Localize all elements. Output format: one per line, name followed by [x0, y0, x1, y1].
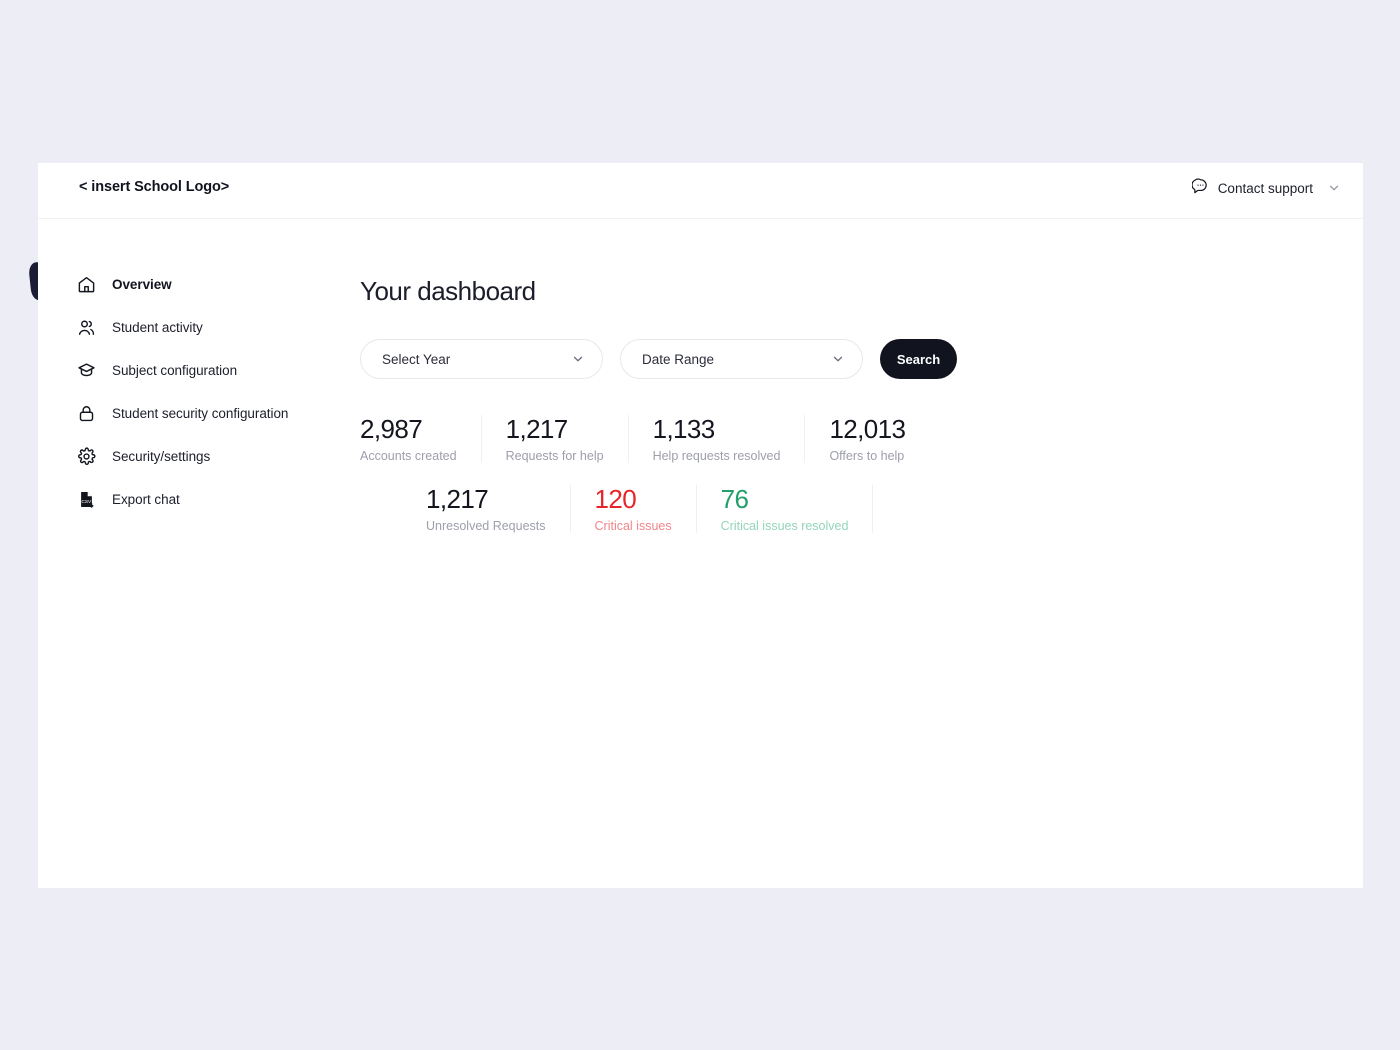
gear-icon — [76, 447, 96, 467]
contact-support-label: Contact support — [1218, 181, 1313, 196]
filters-bar: Select Year Date Range — [360, 339, 1363, 379]
stat-critical-issues: 120 Critical issues — [570, 485, 696, 533]
sidebar-item-label: Security/settings — [112, 449, 210, 464]
sidebar-item-label: Student activity — [112, 320, 203, 335]
main-content: Your dashboard Select Year Date Range — [360, 219, 1363, 887]
date-range-value: Date Range — [621, 352, 714, 367]
graduation-cap-icon — [76, 361, 96, 381]
header-actions: Contact support — [1192, 177, 1341, 199]
sidebar-item-security-settings[interactable]: Security/settings — [38, 435, 360, 478]
stats-row-primary: 2,987 Accounts created 1,217 Requests fo… — [360, 415, 1363, 463]
stat-label: Critical issues resolved — [721, 519, 849, 533]
stat-value: 12,013 — [829, 415, 905, 444]
app-window: < insert School Logo> Contact support — [38, 163, 1363, 888]
stat-value: 1,217 — [506, 415, 604, 444]
chat-bubble-dots-icon — [1192, 177, 1209, 199]
stat-offers-to-help: 12,013 Offers to help — [804, 415, 929, 463]
sidebar-item-label: Overview — [112, 277, 172, 292]
sidebar-item-student-activity[interactable]: Student activity — [38, 306, 360, 349]
sidebar-item-export-chat[interactable]: CSV Export chat — [38, 478, 360, 521]
contact-support-button[interactable]: Contact support — [1192, 177, 1313, 199]
csv-download-icon: CSV — [76, 490, 96, 510]
sidebar-item-label: Student security configuration — [112, 406, 288, 421]
select-year-value: Select Year — [361, 352, 450, 367]
stats-row-secondary: 1,217 Unresolved Requests 120 Critical i… — [360, 485, 1363, 533]
sidebar-nav: Overview Student activity — [38, 219, 360, 887]
stat-label: Help requests resolved — [653, 449, 781, 463]
stat-value: 76 — [721, 485, 849, 514]
users-icon — [76, 318, 96, 338]
search-button[interactable]: Search — [880, 339, 957, 379]
stat-value: 2,987 — [360, 415, 457, 444]
sidebar-item-overview[interactable]: Overview — [38, 263, 360, 306]
chevron-down-icon — [571, 352, 585, 366]
app-header: < insert School Logo> Contact support — [38, 163, 1363, 219]
lock-icon — [76, 404, 96, 424]
stat-requests-for-help: 1,217 Requests for help — [481, 415, 628, 463]
stat-accounts-created: 2,987 Accounts created — [360, 415, 481, 463]
school-logo-placeholder: < insert School Logo> — [79, 179, 229, 195]
header-chevron-down-icon[interactable] — [1327, 181, 1341, 195]
svg-text:CSV: CSV — [81, 499, 92, 505]
page-title: Your dashboard — [360, 276, 1363, 307]
sidebar-item-label: Export chat — [112, 492, 180, 507]
stat-value: 1,217 — [426, 485, 546, 514]
stat-help-requests-resolved: 1,133 Help requests resolved — [628, 415, 805, 463]
date-range-dropdown[interactable]: Date Range — [620, 339, 863, 379]
sidebar-item-student-security-configuration[interactable]: Student security configuration — [38, 392, 360, 435]
stat-label: Unresolved Requests — [426, 519, 546, 533]
home-icon — [76, 275, 96, 295]
stat-label: Requests for help — [506, 449, 604, 463]
stat-critical-issues-resolved: 76 Critical issues resolved — [696, 485, 874, 533]
sidebar-item-subject-configuration[interactable]: Subject configuration — [38, 349, 360, 392]
select-year-dropdown[interactable]: Select Year — [360, 339, 603, 379]
stat-label: Offers to help — [829, 449, 905, 463]
stat-value: 120 — [595, 485, 672, 514]
app-body: Overview Student activity — [38, 219, 1363, 887]
chevron-down-icon — [831, 352, 845, 366]
sidebar-item-label: Subject configuration — [112, 363, 237, 378]
stat-label: Critical issues — [595, 519, 672, 533]
stat-value: 1,133 — [653, 415, 781, 444]
screen: < insert School Logo> Contact support — [0, 0, 1400, 1050]
stat-label: Accounts created — [360, 449, 457, 463]
stat-unresolved-requests: 1,217 Unresolved Requests — [426, 485, 570, 533]
